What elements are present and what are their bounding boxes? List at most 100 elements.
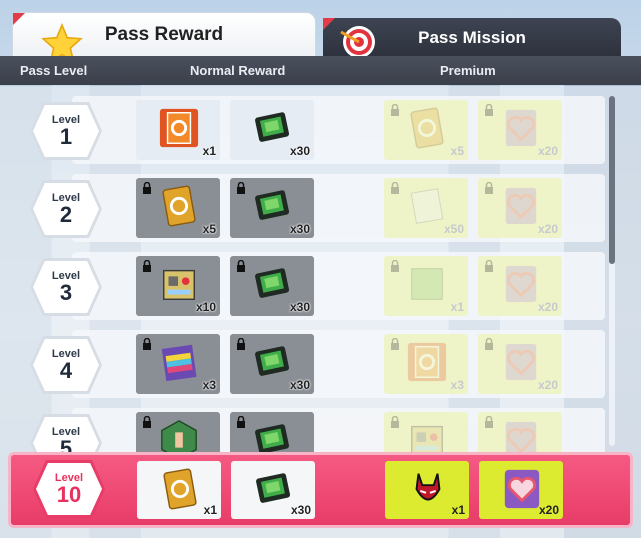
- normal-reward-slot[interactable]: x5: [136, 178, 220, 238]
- premium-reward-slot[interactable]: x5: [384, 100, 468, 160]
- premium-reward-slot[interactable]: x50: [384, 178, 468, 238]
- lock-icon: [142, 182, 152, 194]
- lock-icon: [142, 416, 152, 428]
- reward-qty: x30: [289, 378, 310, 392]
- normal-reward-slot[interactable]: x30: [230, 334, 314, 394]
- premium-reward-slot[interactable]: x20: [478, 100, 562, 160]
- lock-icon: [390, 260, 400, 272]
- level-number: 4: [59, 358, 73, 383]
- reward-qty: x30: [290, 503, 311, 517]
- lock-icon: [484, 182, 494, 194]
- reward-qty: x1: [451, 503, 465, 517]
- paper-icon: [410, 188, 444, 224]
- reward-qty: x30: [289, 222, 310, 236]
- heart-card-icon: [504, 264, 538, 304]
- current-level-bar: Level 10 x1 x30 x1 x20: [8, 452, 633, 528]
- reward-qty: x20: [538, 503, 559, 517]
- premium-reward-slot[interactable]: x20: [478, 178, 562, 238]
- header-pass-level: Pass Level: [20, 63, 88, 78]
- reward-qty: x3: [202, 378, 216, 392]
- scrollbar-thumb[interactable]: [609, 96, 615, 264]
- current-normal-reward-2[interactable]: x30: [231, 461, 315, 519]
- reward-row: Level 2 x5 x30 x50 x20: [0, 174, 605, 244]
- exchange-card-icon: [409, 106, 445, 150]
- reward-qty: x3: [450, 378, 464, 392]
- reward-qty: x1: [202, 144, 216, 158]
- green-chip-icon: [254, 189, 290, 221]
- level-badge: Level 3: [30, 258, 102, 316]
- reward-qty: x5: [202, 222, 216, 236]
- tab-pass-mission-label: Pass Mission: [418, 28, 526, 47]
- normal-reward-slot[interactable]: x30: [230, 100, 314, 160]
- premium-reward-slot[interactable]: x20: [478, 334, 562, 394]
- gold-exchange-card-icon: [161, 184, 197, 228]
- reward-qty: x1: [450, 300, 464, 314]
- normal-reward-slot[interactable]: x3: [136, 334, 220, 394]
- rainbow-pack-icon: [161, 344, 197, 382]
- tab-corner-marker: [323, 18, 335, 30]
- lock-icon: [484, 260, 494, 272]
- lock-icon: [142, 260, 152, 272]
- orange-exchange-card-icon: [406, 341, 448, 383]
- reward-qty: x20: [537, 378, 558, 392]
- tab-corner-marker: [13, 13, 25, 25]
- map-card-icon: [411, 268, 443, 300]
- reward-row: Level 4 x3 x30 x3 x20: [0, 330, 605, 400]
- level-badge: Level 1: [30, 102, 102, 160]
- current-level-number: 10: [56, 482, 82, 507]
- heart-card-icon: [504, 342, 538, 382]
- reward-qty: x20: [537, 222, 558, 236]
- reward-qty: x30: [289, 300, 310, 314]
- gold-exchange-card-icon: [162, 467, 198, 511]
- current-premium-reward-1[interactable]: x1: [385, 461, 469, 519]
- orange-exchange-card-icon: [158, 107, 200, 149]
- reward-qty: x30: [289, 144, 310, 158]
- lock-icon: [236, 182, 246, 194]
- lock-icon: [236, 260, 246, 272]
- level-badge: Level 2: [30, 180, 102, 238]
- lock-icon: [484, 104, 494, 116]
- lock-icon: [390, 182, 400, 194]
- lock-icon: [142, 338, 152, 350]
- green-chip-icon: [254, 267, 290, 299]
- current-premium-reward-2[interactable]: x20: [479, 461, 563, 519]
- demon-mask-icon: [415, 472, 441, 501]
- lock-icon: [484, 416, 494, 428]
- purple-heart-card-icon: [503, 468, 541, 510]
- current-level-badge: Level 10: [33, 460, 105, 518]
- level-number: 3: [59, 280, 73, 305]
- premium-reward-slot[interactable]: x20: [478, 256, 562, 316]
- scrollbar[interactable]: [609, 96, 615, 446]
- green-chip-icon: [254, 111, 290, 143]
- normal-reward-slot[interactable]: x1: [136, 100, 220, 160]
- normal-reward-slot[interactable]: x10: [136, 256, 220, 316]
- lock-icon: [390, 338, 400, 350]
- reward-qty: x5: [450, 144, 464, 158]
- heart-card-icon: [504, 108, 538, 148]
- reward-row: Level 3 x10 x30 x1 x20: [0, 252, 605, 322]
- lock-icon: [484, 338, 494, 350]
- reward-qty: x20: [537, 300, 558, 314]
- header-normal-reward: Normal Reward: [190, 63, 286, 78]
- column-header-bar: Pass Level Normal Reward Premium: [0, 56, 641, 85]
- green-chip-icon: [255, 472, 291, 504]
- tab-pass-reward[interactable]: Pass Reward: [12, 12, 316, 64]
- current-normal-reward-1[interactable]: x1: [137, 461, 221, 519]
- tab-pass-reward-label: Pass Reward: [104, 24, 224, 45]
- normal-reward-slot[interactable]: x30: [230, 256, 314, 316]
- machine-box-icon: [163, 269, 195, 300]
- reward-qty: x10: [195, 300, 216, 314]
- header-premium: Premium: [440, 63, 496, 78]
- reward-qty: x50: [443, 222, 464, 236]
- premium-reward-slot[interactable]: x3: [384, 334, 468, 394]
- level-number: 2: [59, 202, 73, 227]
- level-badge: Level 4: [30, 336, 102, 394]
- premium-reward-slot[interactable]: x1: [384, 256, 468, 316]
- reward-row: Level 1 x1 x30 x5 x20: [0, 96, 605, 166]
- lock-icon: [390, 104, 400, 116]
- normal-reward-slot[interactable]: x30: [230, 178, 314, 238]
- green-chip-icon: [254, 345, 290, 377]
- lock-icon: [390, 416, 400, 428]
- tab-pass-mission[interactable]: Pass Mission: [323, 18, 621, 58]
- heart-card-icon: [504, 186, 538, 226]
